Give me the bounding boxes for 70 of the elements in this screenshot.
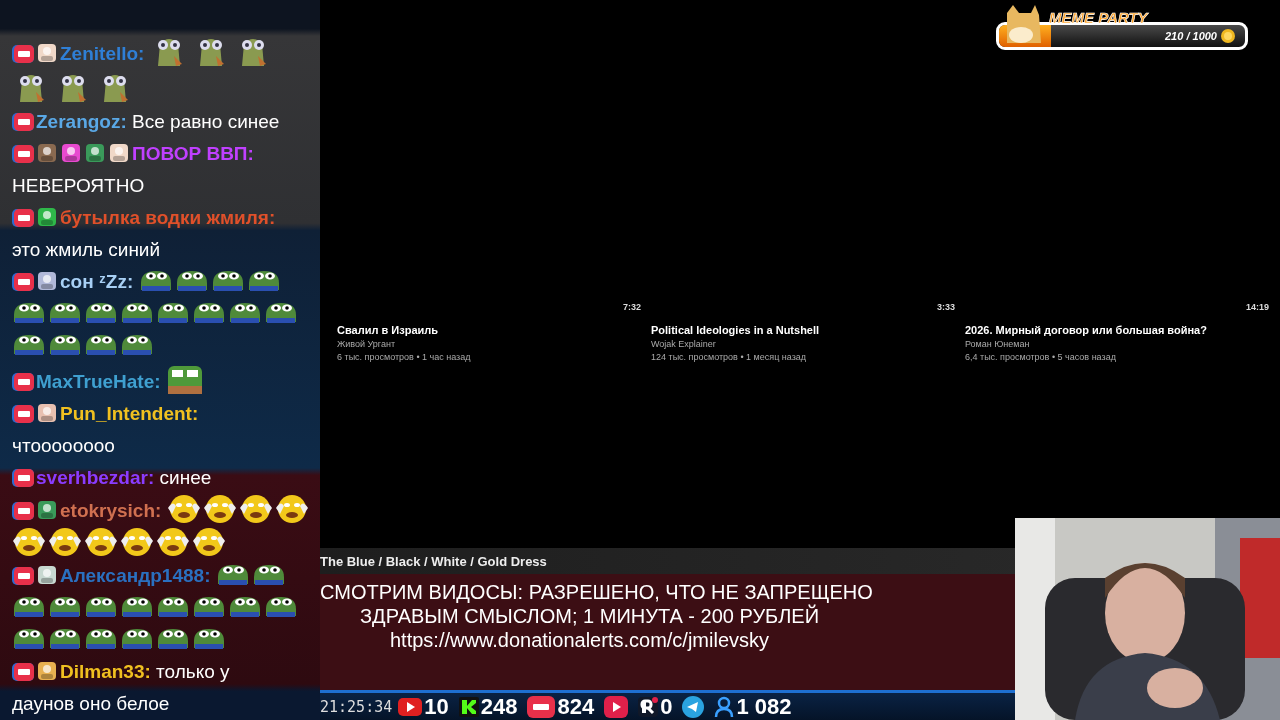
smiley-emote-icon	[48, 527, 82, 557]
live-logo-icon	[527, 695, 556, 718]
live-badge-icon	[12, 663, 34, 681]
progress-text: 210 / 1000	[1165, 30, 1217, 42]
video-meta: 6,4 тыс. просмотров • 5 часов назад	[965, 352, 1117, 362]
smiley-emote-icon	[274, 494, 309, 524]
smiley-emote-icon	[120, 527, 154, 557]
live-badge-icon	[12, 273, 34, 291]
live-badge-icon	[12, 45, 34, 63]
chat-message: НЕВЕРОЯТНО	[12, 174, 146, 198]
smiley-emote-icon	[166, 494, 201, 524]
video-title[interactable]: Political Ideologies in a Nutshell	[651, 324, 955, 336]
channel-name[interactable]: Wojak Explainer	[651, 339, 955, 349]
video-duration: 7:32	[623, 302, 641, 312]
stat-count: 248	[480, 693, 518, 720]
person-icon	[714, 695, 735, 718]
video-title[interactable]: Свалил в Израиль	[337, 324, 641, 336]
chat-username: сон ᶻZz:	[60, 271, 134, 292]
chat-message: только у	[156, 661, 230, 682]
channel-name[interactable]: Живой Ургант	[337, 339, 641, 349]
chat-username: Dilman33:	[60, 661, 151, 682]
chat-message: это жмиль синий	[12, 238, 162, 262]
chat-username: Zerangoz:	[36, 111, 127, 132]
chat-username: Александр1488:	[60, 565, 211, 586]
stat-count: 824	[557, 693, 595, 720]
chat-username: MaxTrueHate:	[36, 371, 161, 392]
live-badge-icon	[12, 373, 34, 391]
stat-count: 1 082	[736, 693, 792, 720]
live-badge-icon	[12, 567, 34, 585]
smiley-emote-icon	[192, 527, 226, 557]
donation-rules: СМОТРИМ ВИДОСЫ: РАЗРЕШЕНО, ЧТО НЕ ЗАПРЕЩЕНО	[320, 580, 873, 604]
chat-username: бутылка водки жмиля:	[60, 207, 276, 228]
chat-message: даунов оно белое	[12, 692, 171, 716]
chat-username: Zenitello:	[60, 43, 145, 64]
chat-username: Pun_Intendent:	[60, 403, 199, 424]
video-title[interactable]: 2026. Мирный договор или большая война?	[965, 324, 1269, 336]
clock: 21:25:34	[320, 697, 393, 716]
video-duration: 14:19	[1245, 302, 1269, 312]
donation-rules: ЗДРАВЫМ СМЫСЛОМ; 1 МИНУТА - 200 РУБЛЕЙ	[360, 604, 820, 628]
video-meta: 124 тыс. просмотров • 1 месяц назад	[651, 352, 808, 362]
coin-icon	[1221, 29, 1235, 43]
live-badge-icon	[12, 502, 34, 520]
smiley-emote-icon	[156, 527, 190, 557]
live-badge-icon	[12, 145, 34, 163]
chat-username: sverhbezdar:	[36, 467, 155, 488]
paper-plane-icon	[682, 695, 705, 718]
chat-username: ПОВОР ВВП:	[132, 143, 254, 164]
play-logo-icon	[398, 697, 423, 716]
smiley-emote-icon	[84, 527, 118, 557]
play-logo-icon	[604, 695, 629, 718]
chat-message: Все равно синее	[132, 111, 280, 132]
kick-logo-icon	[458, 696, 479, 717]
stat-count: 10	[424, 693, 449, 720]
widget-title: MEME PARTY	[1049, 9, 1148, 26]
video-duration: 3:33	[937, 302, 955, 312]
video-meta: 6 тыс. просмотров • 1 час назад	[337, 352, 472, 362]
live-badge-icon	[12, 113, 34, 131]
smiley-emote-icon	[12, 527, 46, 557]
smiley-emote-icon	[238, 494, 273, 524]
live-badge-icon	[12, 405, 34, 423]
now-playing-title: The Blue / Black / White / Gold Dress	[320, 553, 547, 569]
chat-message: синее	[159, 467, 212, 488]
live-badge-icon	[12, 209, 34, 227]
r-logo-icon	[638, 696, 659, 717]
live-badge-icon	[12, 469, 34, 487]
chat-username: etokrysich:	[60, 500, 162, 521]
smiley-emote-icon	[202, 494, 237, 524]
chat-message: чтоооооооо	[12, 434, 116, 458]
stat-count: 0	[660, 693, 673, 720]
channel-name[interactable]: Роман Юнеман	[965, 339, 1269, 349]
